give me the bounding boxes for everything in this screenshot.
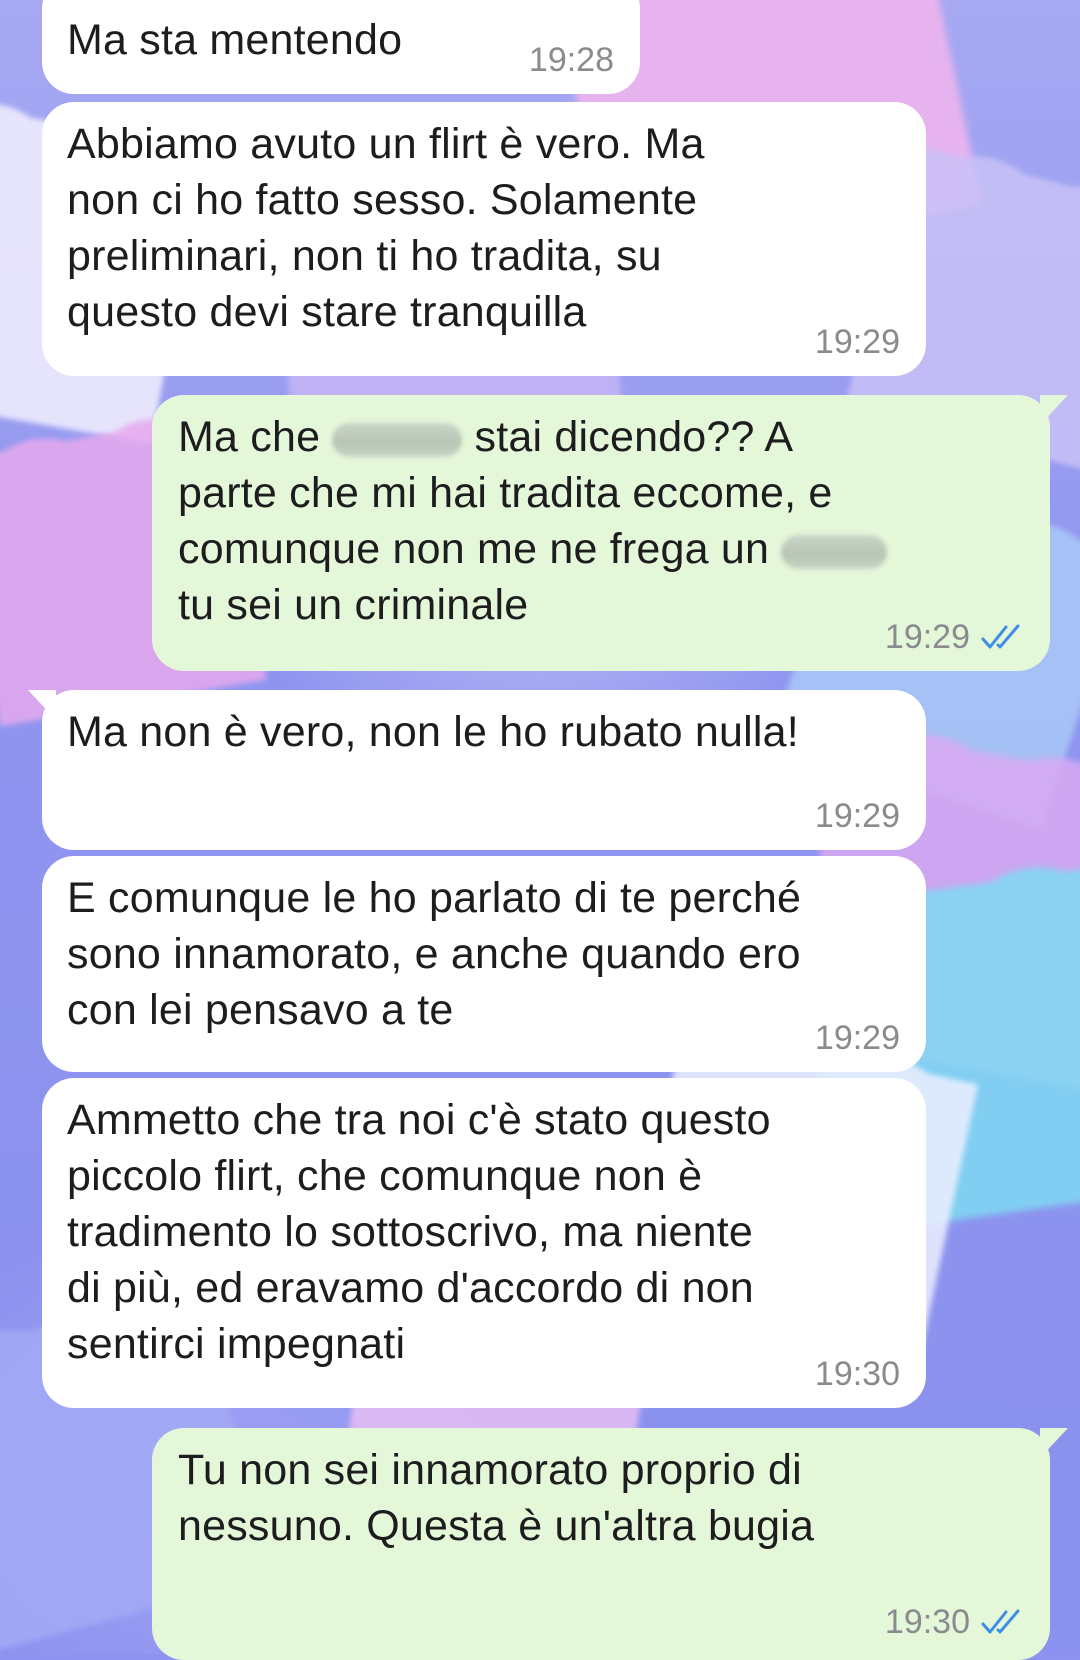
message-text: questo devi stare tranquilla bbox=[67, 288, 587, 336]
bubble-tail bbox=[1040, 395, 1068, 425]
message-time: 19:28 bbox=[528, 41, 614, 79]
message-text: non ci ho fatto sesso. Solamente bbox=[67, 176, 698, 224]
message-text: Ammetto che tra noi c'è stato questo bbox=[67, 1096, 771, 1144]
message-text: nessuno. Questa è un'altra bugia bbox=[178, 1502, 815, 1550]
message-time: 19:30 bbox=[814, 1355, 900, 1393]
message-meta: 19:30 bbox=[815, 1354, 900, 1394]
message-text: Tu non sei innamorato proprio di bbox=[178, 1446, 802, 1494]
message-time: 19:29 bbox=[814, 1019, 900, 1057]
message-meta: 19:29 bbox=[815, 796, 900, 836]
message-bubble-incoming[interactable]: Abbiamo avuto un flirt è vero. Ma non ci… bbox=[42, 102, 926, 376]
message-list[interactable]: Ma sta mentendo 19:28 Abbiamo avuto un f… bbox=[0, 0, 1080, 1660]
message-bubble-incoming[interactable]: E comunque le ho parlato di te perché so… bbox=[42, 856, 926, 1072]
message-meta: 19:28 bbox=[529, 40, 614, 80]
message-time: 19:29 bbox=[814, 323, 900, 361]
message-meta: 19:29 bbox=[815, 1018, 900, 1058]
message-text: sentirci impegnati bbox=[67, 1320, 406, 1368]
message-bubble-incoming[interactable]: Ma non è vero, non le ho rubato nulla! 1… bbox=[28, 690, 926, 850]
message-time: 19:30 bbox=[884, 1603, 970, 1641]
message-bubble-incoming[interactable]: Ammetto che tra noi c'è stato questo pic… bbox=[42, 1078, 926, 1408]
message-meta: 19:30 bbox=[885, 1602, 1024, 1642]
message-text: piccolo flirt, che comunque non è bbox=[67, 1152, 703, 1200]
bubble-tail bbox=[1040, 1428, 1068, 1458]
message-text: Ma che stai dicendo?? A bbox=[178, 413, 794, 461]
bubble-tail bbox=[28, 690, 56, 720]
message-bubble-outgoing[interactable]: Tu non sei innamorato proprio di nessuno… bbox=[152, 1428, 1068, 1660]
message-time: 19:29 bbox=[884, 618, 970, 656]
message-text: sono innamorato, e anche quando ero bbox=[67, 930, 801, 978]
message-text: E comunque le ho parlato di te perché bbox=[67, 874, 802, 922]
censored-word bbox=[781, 534, 888, 569]
message-text: Ma non è vero, non le ho rubato nulla! bbox=[67, 708, 799, 756]
message-text: con lei pensavo a te bbox=[67, 986, 454, 1034]
message-text: preliminari, non ti ho tradita, su bbox=[67, 232, 662, 280]
message-text: comunque non me ne frega un bbox=[178, 521, 1025, 577]
message-bubble-outgoing[interactable]: Ma che stai dicendo?? A parte che mi hai… bbox=[152, 395, 1068, 671]
message-text: di più, ed eravamo d'accordo di non bbox=[67, 1264, 754, 1312]
message-bubble-incoming[interactable]: Ma sta mentendo 19:28 bbox=[42, 0, 640, 94]
double-check-read-icon bbox=[981, 1609, 1020, 1634]
message-text: parte che mi hai tradita eccome, e bbox=[178, 469, 833, 517]
message-text: tradimento lo sottoscrivo, ma niente bbox=[67, 1208, 753, 1256]
message-meta: 19:29 bbox=[815, 322, 900, 362]
message-time: 19:29 bbox=[814, 797, 900, 835]
message-text: Abbiamo avuto un flirt è vero. Ma bbox=[67, 120, 705, 168]
censored-word bbox=[332, 422, 463, 457]
message-meta: 19:29 bbox=[885, 617, 1024, 657]
double-check-read-icon bbox=[981, 624, 1020, 649]
